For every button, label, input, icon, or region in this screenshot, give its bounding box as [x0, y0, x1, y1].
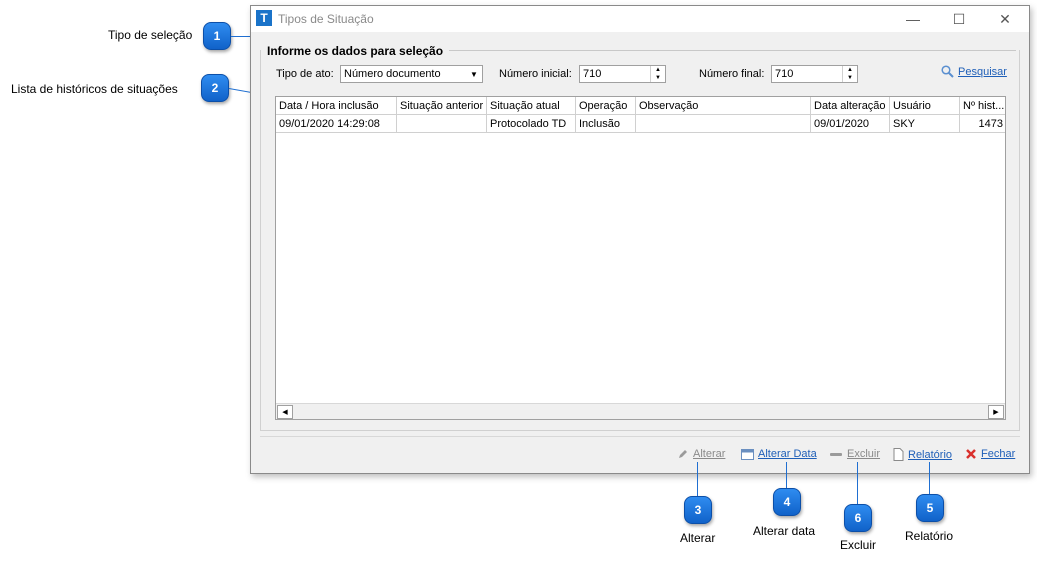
excluir-button[interactable]: Excluir [829, 448, 880, 460]
history-grid[interactable]: Data / Hora inclusão Situação anterior S… [275, 96, 1006, 420]
numero-final-label: Número final: [699, 68, 765, 80]
calendar-icon [741, 449, 754, 460]
callout-label-relatorio: Relatório [905, 529, 954, 543]
document-icon [893, 448, 904, 461]
minimize-button[interactable]: — [890, 6, 936, 32]
spin-down-icon[interactable]: ▼ [843, 74, 857, 82]
horizontal-scrollbar[interactable]: ◀ ▶ [276, 403, 1005, 419]
table-cell[interactable]: 09/01/2020 14:29:08 [276, 115, 397, 133]
callout-badge-4: 4 [773, 488, 801, 516]
pencil-icon [679, 450, 687, 458]
callout-leader-5 [929, 462, 930, 494]
pesquisar-label: Pesquisar [958, 65, 1007, 78]
fechar-label: Fechar [981, 448, 1016, 460]
callout-badge-2: 2 [201, 74, 229, 102]
alterar-data-label: Alterar Data [758, 448, 817, 460]
callout-badge-1: 1 [203, 22, 231, 50]
callout-leader-3 [697, 462, 698, 498]
scroll-right-icon[interactable]: ▶ [988, 405, 1004, 419]
relatorio-button[interactable]: Relatório [893, 448, 952, 461]
close-window-button[interactable]: ✕ [982, 6, 1028, 32]
column-header[interactable]: Data / Hora inclusão [276, 97, 397, 115]
relatorio-label: Relatório [908, 448, 953, 461]
callout-leader-4 [786, 462, 787, 490]
excluir-label: Excluir [847, 448, 881, 460]
scroll-left-icon[interactable]: ◀ [277, 405, 293, 419]
fechar-button[interactable]: Fechar [965, 448, 1015, 460]
column-header[interactable]: Situação atual [487, 97, 576, 115]
callout-label-tipo-selecao: Tipo de seleção [108, 28, 193, 42]
table-cell[interactable]: SKY [890, 115, 960, 133]
window-title: Tipos de Situação [278, 12, 374, 26]
callout-label-lista-historicos: Lista de históricos de situações [11, 82, 178, 96]
chevron-down-icon[interactable]: ▼ [467, 67, 481, 81]
column-header[interactable]: Usuário [890, 97, 960, 115]
table-cell[interactable] [397, 115, 487, 133]
alterar-button[interactable]: Alterar [677, 448, 725, 460]
numero-final-value: 710 [775, 68, 794, 80]
minus-icon [830, 453, 842, 456]
maximize-button[interactable]: ☐ [936, 6, 982, 32]
tipo-ato-label: Tipo de ato: [276, 68, 334, 80]
footer-separator [260, 436, 1020, 437]
spin-up-icon[interactable]: ▲ [843, 66, 857, 74]
app-icon: T [256, 10, 272, 26]
table-cell[interactable]: Protocolado TD [487, 115, 576, 133]
callout-label-alterar: Alterar [680, 531, 716, 545]
close-icon [966, 449, 976, 459]
callout-badge-6: 6 [844, 504, 872, 532]
table-cell[interactable]: 09/01/2020 [811, 115, 890, 133]
column-header[interactable]: Situação anterior [397, 97, 487, 115]
group-divider [449, 50, 1016, 51]
column-header[interactable]: Data alteração [811, 97, 890, 115]
search-icon [941, 65, 954, 78]
callout-badge-5: 5 [916, 494, 944, 522]
table-cell[interactable]: Inclusão [576, 115, 636, 133]
selection-group-title: Informe os dados para seleção [267, 44, 444, 58]
numero-inicial-label: Número inicial: [499, 68, 572, 80]
spin-down-icon[interactable]: ▼ [651, 74, 665, 82]
column-header[interactable]: Observação [636, 97, 811, 115]
tipo-ato-select[interactable]: Número documento ▼ [340, 65, 483, 83]
table-cell[interactable]: 1473 [960, 115, 1005, 133]
numero-final-stepper[interactable]: 710 ▲ ▼ [771, 65, 858, 83]
column-header[interactable]: Nº hist... [960, 97, 1005, 115]
dialog-window: T Tipos de Situação — ☐ ✕ Informe os dad… [250, 5, 1030, 474]
pesquisar-button[interactable]: Pesquisar [941, 65, 1007, 78]
title-bar: T Tipos de Situação — ☐ ✕ [251, 6, 1029, 32]
alterar-label: Alterar [693, 448, 726, 460]
callout-badge-3: 3 [684, 496, 712, 524]
callout-leader-6 [857, 462, 858, 504]
table-cell[interactable] [636, 115, 811, 133]
alterar-data-button[interactable]: Alterar Data [741, 448, 817, 460]
column-header[interactable]: Operação [576, 97, 636, 115]
tipo-ato-value: Número documento [344, 68, 441, 80]
callout-label-alterar-data: Alterar data [753, 524, 816, 538]
numero-inicial-value: 710 [583, 68, 602, 80]
spin-up-icon[interactable]: ▲ [651, 66, 665, 74]
numero-inicial-stepper[interactable]: 710 ▲ ▼ [579, 65, 666, 83]
callout-label-excluir: Excluir [840, 538, 877, 552]
